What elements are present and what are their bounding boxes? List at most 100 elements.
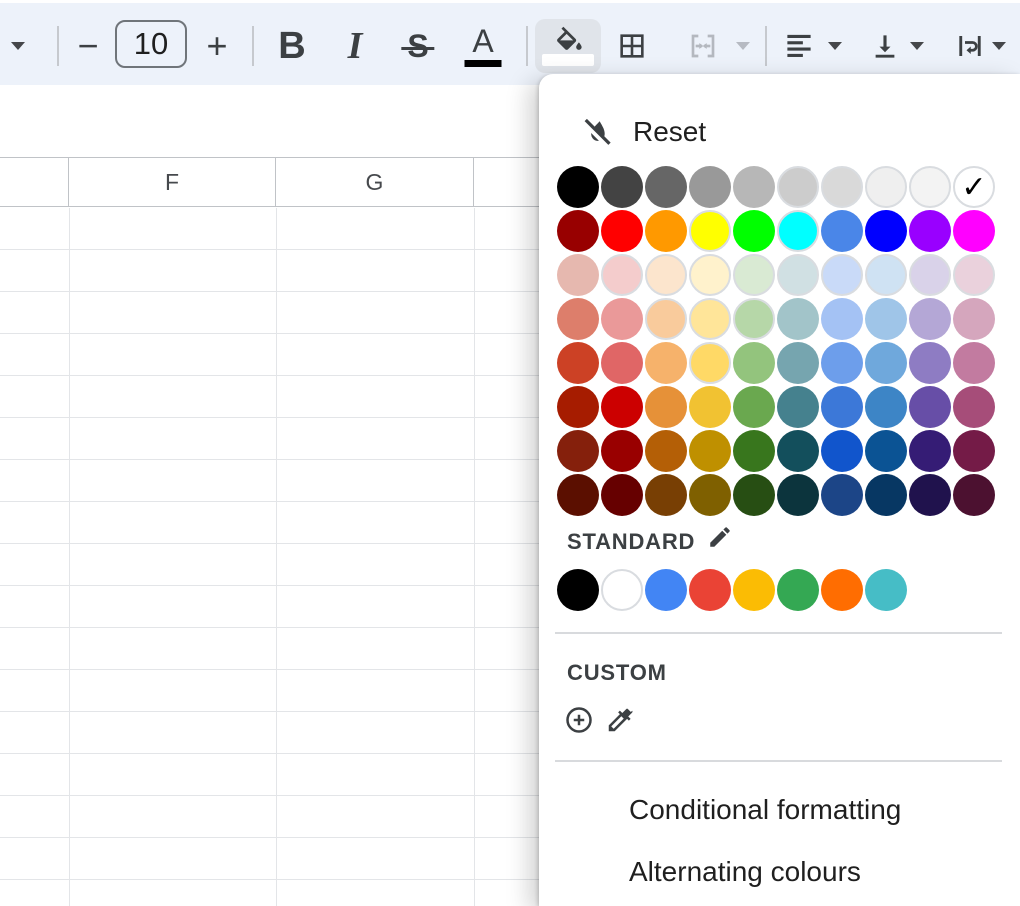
palette-color-swatch[interactable] bbox=[557, 430, 599, 472]
merge-cells-button[interactable] bbox=[687, 30, 719, 62]
palette-color-swatch[interactable] bbox=[601, 430, 643, 472]
palette-color-swatch[interactable] bbox=[733, 474, 775, 516]
text-wrap-caret[interactable] bbox=[992, 42, 1006, 50]
horizontal-align-button[interactable] bbox=[784, 31, 815, 62]
text-wrap-button[interactable] bbox=[955, 31, 985, 61]
dropdown-caret[interactable] bbox=[11, 42, 25, 50]
add-custom-color-icon[interactable] bbox=[564, 705, 594, 735]
palette-color-swatch[interactable] bbox=[645, 166, 687, 208]
palette-color-swatch[interactable] bbox=[557, 386, 599, 428]
palette-color-swatch[interactable] bbox=[601, 386, 643, 428]
palette-color-swatch[interactable] bbox=[557, 210, 599, 252]
palette-color-swatch[interactable] bbox=[689, 342, 731, 384]
palette-color-swatch[interactable] bbox=[733, 166, 775, 208]
palette-color-swatch[interactable] bbox=[733, 430, 775, 472]
palette-color-swatch[interactable] bbox=[821, 210, 863, 252]
text-color-button[interactable]: A bbox=[465, 25, 502, 67]
palette-color-swatch[interactable] bbox=[645, 254, 687, 296]
palette-color-swatch[interactable] bbox=[865, 569, 907, 611]
font-size-input[interactable]: 10 bbox=[115, 20, 187, 68]
palette-color-swatch[interactable] bbox=[645, 474, 687, 516]
palette-color-swatch[interactable] bbox=[601, 474, 643, 516]
palette-color-swatch[interactable] bbox=[733, 342, 775, 384]
palette-color-swatch[interactable] bbox=[689, 474, 731, 516]
palette-color-swatch[interactable] bbox=[645, 298, 687, 340]
palette-color-swatch[interactable] bbox=[821, 386, 863, 428]
palette-color-swatch[interactable] bbox=[645, 342, 687, 384]
palette-color-swatch[interactable] bbox=[689, 386, 731, 428]
alternating-colours-menu-item[interactable]: Alternating colours bbox=[539, 848, 1020, 904]
palette-color-swatch[interactable] bbox=[733, 298, 775, 340]
palette-color-swatch[interactable] bbox=[953, 386, 995, 428]
horizontal-align-caret[interactable] bbox=[828, 42, 842, 50]
palette-color-swatch[interactable] bbox=[601, 166, 643, 208]
palette-color-swatch[interactable]: ✓ bbox=[953, 166, 995, 208]
palette-color-swatch[interactable] bbox=[733, 569, 775, 611]
palette-color-swatch[interactable] bbox=[601, 254, 643, 296]
palette-color-swatch[interactable] bbox=[689, 254, 731, 296]
palette-color-swatch[interactable] bbox=[733, 386, 775, 428]
palette-color-swatch[interactable] bbox=[909, 430, 951, 472]
palette-color-swatch[interactable] bbox=[821, 298, 863, 340]
palette-color-swatch[interactable] bbox=[557, 254, 599, 296]
palette-color-swatch[interactable] bbox=[953, 254, 995, 296]
palette-color-swatch[interactable] bbox=[821, 430, 863, 472]
palette-color-swatch[interactable] bbox=[733, 254, 775, 296]
palette-color-swatch[interactable] bbox=[821, 474, 863, 516]
palette-color-swatch[interactable] bbox=[821, 254, 863, 296]
palette-color-swatch[interactable] bbox=[909, 254, 951, 296]
palette-color-swatch[interactable] bbox=[821, 342, 863, 384]
palette-color-swatch[interactable] bbox=[953, 298, 995, 340]
palette-color-swatch[interactable] bbox=[909, 386, 951, 428]
palette-color-swatch[interactable] bbox=[821, 569, 863, 611]
palette-color-swatch[interactable] bbox=[865, 210, 907, 252]
palette-color-swatch[interactable] bbox=[689, 430, 731, 472]
palette-color-swatch[interactable] bbox=[777, 166, 819, 208]
palette-color-swatch[interactable] bbox=[953, 474, 995, 516]
palette-color-swatch[interactable] bbox=[601, 298, 643, 340]
palette-color-swatch[interactable] bbox=[953, 430, 995, 472]
palette-color-swatch[interactable] bbox=[777, 474, 819, 516]
column-header-partial[interactable] bbox=[0, 158, 69, 206]
strikethrough-button[interactable]: S bbox=[407, 30, 428, 62]
palette-color-swatch[interactable] bbox=[645, 210, 687, 252]
palette-color-swatch[interactable] bbox=[909, 210, 951, 252]
palette-color-swatch[interactable] bbox=[821, 166, 863, 208]
fill-color-button[interactable] bbox=[535, 19, 601, 73]
palette-color-swatch[interactable] bbox=[645, 430, 687, 472]
increase-font-size-button[interactable]: + bbox=[206, 28, 227, 64]
palette-color-swatch[interactable] bbox=[865, 474, 907, 516]
palette-color-swatch[interactable] bbox=[865, 254, 907, 296]
palette-color-swatch[interactable] bbox=[557, 298, 599, 340]
palette-color-swatch[interactable] bbox=[689, 210, 731, 252]
palette-color-swatch[interactable] bbox=[689, 569, 731, 611]
palette-color-swatch[interactable] bbox=[777, 298, 819, 340]
palette-color-swatch[interactable] bbox=[865, 430, 907, 472]
palette-color-swatch[interactable] bbox=[601, 569, 643, 611]
palette-color-swatch[interactable] bbox=[689, 298, 731, 340]
palette-color-swatch[interactable] bbox=[909, 474, 951, 516]
palette-color-swatch[interactable] bbox=[601, 342, 643, 384]
borders-button[interactable] bbox=[617, 31, 648, 62]
palette-color-swatch[interactable] bbox=[865, 342, 907, 384]
palette-color-swatch[interactable] bbox=[909, 298, 951, 340]
eyedropper-icon[interactable] bbox=[605, 705, 635, 735]
palette-color-swatch[interactable] bbox=[865, 386, 907, 428]
palette-color-swatch[interactable] bbox=[777, 569, 819, 611]
palette-color-swatch[interactable] bbox=[557, 342, 599, 384]
edit-standard-colors-icon[interactable] bbox=[707, 524, 733, 550]
palette-color-swatch[interactable] bbox=[777, 386, 819, 428]
palette-color-swatch[interactable] bbox=[645, 386, 687, 428]
merge-cells-caret[interactable] bbox=[736, 42, 750, 50]
vertical-align-button[interactable] bbox=[870, 31, 900, 61]
conditional-formatting-menu-item[interactable]: Conditional formatting bbox=[539, 786, 1020, 842]
palette-color-swatch[interactable] bbox=[733, 210, 775, 252]
palette-color-swatch[interactable] bbox=[777, 210, 819, 252]
palette-color-swatch[interactable] bbox=[865, 166, 907, 208]
palette-color-swatch[interactable] bbox=[557, 569, 599, 611]
palette-color-swatch[interactable] bbox=[953, 342, 995, 384]
palette-color-swatch[interactable] bbox=[777, 342, 819, 384]
palette-color-swatch[interactable] bbox=[865, 298, 907, 340]
palette-color-swatch[interactable] bbox=[601, 210, 643, 252]
palette-color-swatch[interactable] bbox=[953, 210, 995, 252]
